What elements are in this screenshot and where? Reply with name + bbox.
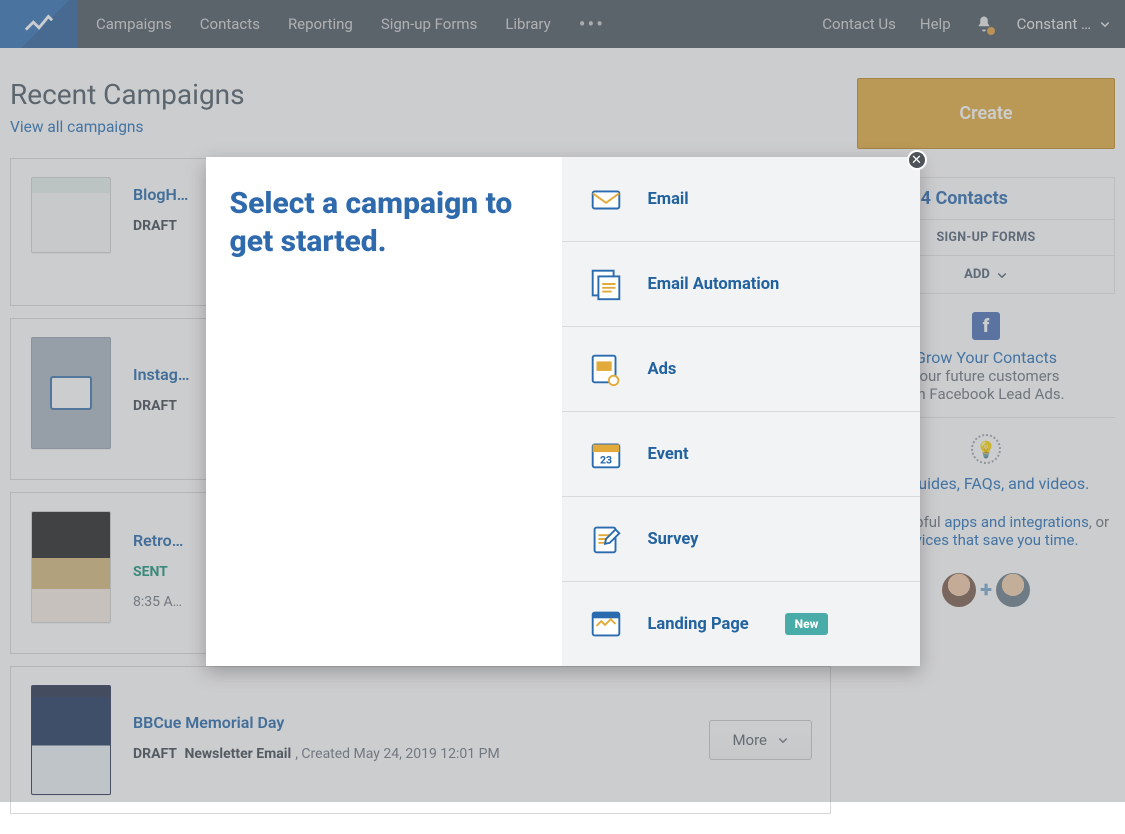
campaign-type-label: Event	[648, 445, 689, 464]
campaign-type-survey[interactable]: Survey	[562, 497, 920, 582]
campaign-type-label: Survey	[648, 530, 699, 549]
campaign-type-email-automation[interactable]: Email Automation	[562, 242, 920, 327]
campaign-type-label: Email	[648, 190, 689, 209]
campaign-type-landing-page[interactable]: Landing Page New	[562, 582, 920, 666]
campaign-type-email[interactable]: Email	[562, 157, 920, 242]
campaign-type-label: Ads	[648, 360, 677, 379]
landing-page-icon	[586, 604, 626, 644]
event-icon: 23	[586, 434, 626, 474]
survey-icon	[586, 519, 626, 559]
campaign-type-ads[interactable]: Ads	[562, 327, 920, 412]
ads-icon	[586, 349, 626, 389]
modal-title: Select a campaign to get started.	[230, 185, 538, 262]
campaign-type-label: Landing Page	[648, 615, 749, 634]
automation-icon	[586, 264, 626, 304]
email-icon	[586, 179, 626, 219]
campaign-type-label: Email Automation	[648, 275, 780, 294]
svg-text:23: 23	[599, 454, 611, 467]
close-icon[interactable]: ✕	[907, 150, 927, 170]
modal-overlay[interactable]: ✕ Select a campaign to get started. Emai…	[0, 0, 1125, 802]
create-campaign-modal: ✕ Select a campaign to get started. Emai…	[206, 157, 920, 666]
campaign-type-event[interactable]: 23 Event	[562, 412, 920, 497]
new-badge: New	[785, 613, 829, 635]
